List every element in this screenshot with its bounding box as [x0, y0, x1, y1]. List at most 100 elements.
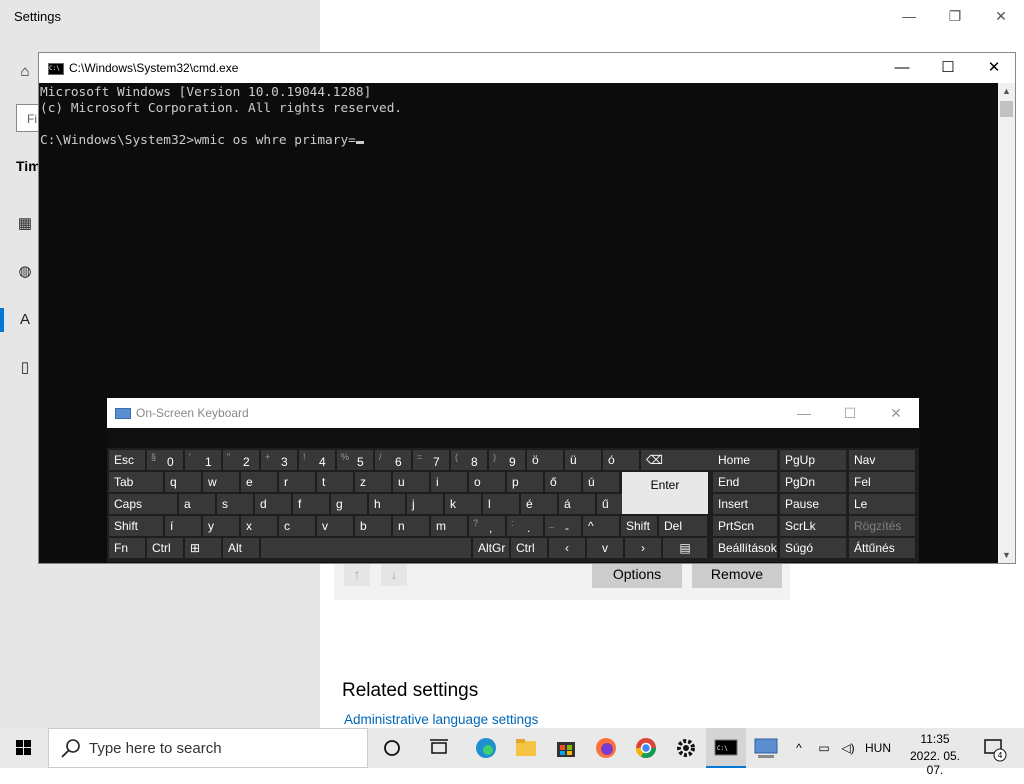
show-hidden-icons-icon[interactable]: ^	[790, 728, 808, 768]
scroll-up-icon[interactable]: ▲	[998, 83, 1015, 99]
nav-key[interactable]: Nav	[849, 450, 915, 470]
osk-key[interactable]: _ -	[545, 516, 581, 536]
osk-key[interactable]: v	[317, 516, 353, 536]
settings-close-button[interactable]: ✕	[978, 4, 1024, 28]
notifications-icon[interactable]: 4	[980, 728, 1008, 768]
osk-key[interactable]: x	[241, 516, 277, 536]
pause-key[interactable]: Pause	[780, 494, 846, 514]
osk-key[interactable]: é	[521, 494, 557, 514]
osk-key[interactable]: ) 9	[489, 450, 525, 470]
end-key[interactable]: End	[713, 472, 777, 492]
osk-key[interactable]: u	[393, 472, 429, 492]
osk-key[interactable]: /6	[375, 450, 411, 470]
scroll-down-icon[interactable]: ▼	[998, 547, 1015, 563]
osk-key[interactable]: Esc	[109, 450, 145, 470]
ctrl-key[interactable]: Ctrl	[147, 538, 183, 558]
scroll-lock-key[interactable]: ScrLk	[780, 516, 846, 536]
osk-key[interactable]: m	[431, 516, 467, 536]
cmd-minimize-button[interactable]: —	[879, 53, 925, 83]
osk-key[interactable]: ! 4	[299, 450, 335, 470]
osk-key[interactable]: á	[559, 494, 595, 514]
chrome-icon[interactable]	[626, 728, 666, 768]
space-key[interactable]	[261, 538, 471, 558]
store-icon[interactable]	[546, 728, 586, 768]
clock-date[interactable]: 2022. 05. 07.	[900, 749, 970, 777]
backspace-key[interactable]: ⌫	[641, 450, 713, 470]
osk-key[interactable]: q	[165, 472, 201, 492]
on-screen-keyboard-taskbar-icon[interactable]	[746, 728, 786, 768]
osk-key[interactable]: c	[279, 516, 315, 536]
caps-lock-key[interactable]: Caps	[109, 494, 177, 514]
fade-key[interactable]: Áttűnés	[849, 538, 915, 558]
osk-key[interactable]: :.	[507, 516, 543, 536]
options-key[interactable]: Beállítások	[713, 538, 777, 558]
task-view-icon[interactable]	[419, 728, 459, 768]
osk-key[interactable]: t	[317, 472, 353, 492]
osk-key[interactable]: í	[165, 516, 201, 536]
shift-key[interactable]: Shift	[109, 516, 163, 536]
settings-restore-button[interactable]: ❐	[932, 4, 978, 28]
language-indicator[interactable]: HUN	[862, 728, 894, 768]
osk-key[interactable]: i	[431, 472, 467, 492]
osk-key[interactable]: f	[293, 494, 329, 514]
osk-key[interactable]: d	[255, 494, 291, 514]
cmd-taskbar-icon[interactable]: C:\	[706, 728, 746, 768]
osk-key[interactable]: § 0	[147, 450, 183, 470]
date-time-icon[interactable]: ▦	[15, 214, 35, 234]
osk-key[interactable]: +3	[261, 450, 297, 470]
ctrl-key[interactable]: Ctrl	[511, 538, 547, 558]
shift-key[interactable]: Shift	[621, 516, 657, 536]
windows-key[interactable]: ⊞	[185, 538, 221, 558]
cmd-scrollbar[interactable]: ▲ ▼	[998, 83, 1015, 563]
admin-language-settings-link[interactable]: Administrative language settings	[344, 712, 538, 727]
tab-key[interactable]: Tab	[109, 472, 163, 492]
right-arrow-key[interactable]: ›	[625, 538, 661, 558]
osk-key[interactable]: w	[203, 472, 239, 492]
osk-key[interactable]: ő	[545, 472, 581, 492]
on-screen-keyboard[interactable]: On-Screen Keyboard — ☐ ✕ Esc § 0 ' 1 " 2 +3! 4% 5…	[107, 398, 919, 562]
osk-key[interactable]: s	[217, 494, 253, 514]
cmd-maximize-button[interactable]: ☐	[925, 53, 971, 83]
network-icon[interactable]: ▭	[814, 728, 834, 768]
down-arrow-key[interactable]: v	[587, 538, 623, 558]
osk-key[interactable]: a	[179, 494, 215, 514]
cmd-close-button[interactable]: ✕	[971, 53, 1017, 83]
osk-key[interactable]: e	[241, 472, 277, 492]
dock-key[interactable]: Rögzítés	[849, 516, 915, 536]
taskbar-search-box[interactable]: Type here to search	[48, 728, 368, 768]
osk-key[interactable]: h	[369, 494, 405, 514]
menu-key[interactable]: ▤	[663, 538, 707, 558]
page-down-key[interactable]: PgDn	[780, 472, 846, 492]
osk-key[interactable]: ü	[565, 450, 601, 470]
osk-key[interactable]: y	[203, 516, 239, 536]
left-arrow-key[interactable]: ‹	[549, 538, 585, 558]
up-key[interactable]: Fel	[849, 472, 915, 492]
osk-key[interactable]: b	[355, 516, 391, 536]
osk-key[interactable]: ö	[527, 450, 563, 470]
osk-key[interactable]: ?,	[469, 516, 505, 536]
altgr-key[interactable]: AltGr	[473, 538, 509, 558]
alt-key[interactable]: Alt	[223, 538, 259, 558]
firefox-icon[interactable]	[586, 728, 626, 768]
options-button[interactable]: Options	[592, 561, 682, 588]
delete-key[interactable]: Del	[659, 516, 707, 536]
osk-key[interactable]: ' 1	[185, 450, 221, 470]
osk-key[interactable]: z	[355, 472, 391, 492]
osk-key[interactable]: j	[407, 494, 443, 514]
fn-key[interactable]: Fn	[109, 538, 145, 558]
print-screen-key[interactable]: PrtScn	[713, 516, 777, 536]
enter-key[interactable]: Enter	[622, 472, 708, 514]
osk-key[interactable]: k	[445, 494, 481, 514]
home-key[interactable]: Home	[713, 450, 777, 470]
start-button[interactable]	[0, 728, 48, 768]
down-key[interactable]: Le	[849, 494, 915, 514]
osk-key[interactable]: " 2	[223, 450, 259, 470]
help-key[interactable]: Súgó	[780, 538, 846, 558]
move-down-button[interactable]: ↓	[381, 562, 407, 586]
cmd-titlebar[interactable]: C:\ C:\Windows\System32\cmd.exe — ☐ ✕	[39, 53, 1015, 83]
task-view-circle-icon[interactable]	[372, 728, 412, 768]
language-icon[interactable]: A	[15, 310, 35, 330]
settings-gear-icon[interactable]	[666, 728, 706, 768]
settings-minimize-button[interactable]: —	[886, 4, 932, 28]
osk-minimize-button[interactable]: —	[781, 398, 827, 428]
